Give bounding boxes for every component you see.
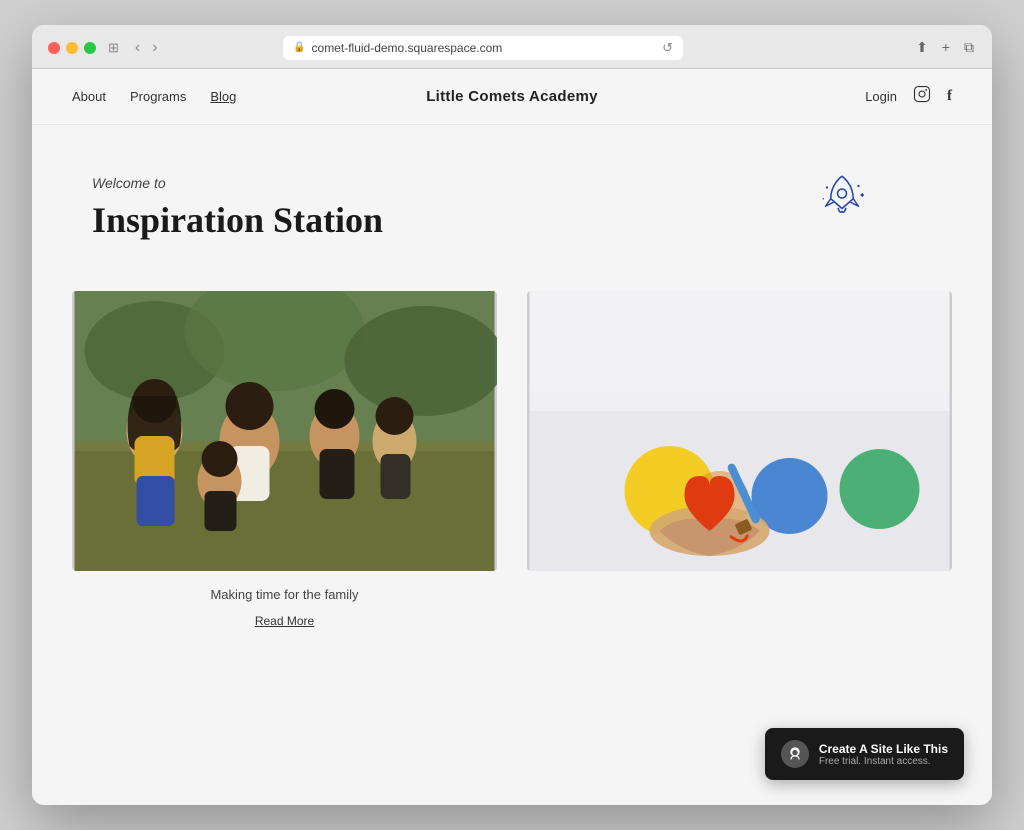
browser-actions: ⬆ + ⧉	[914, 37, 976, 58]
nav-blog[interactable]: Blog	[210, 89, 236, 104]
blog-card-1: Making time for the family Read More	[72, 291, 497, 632]
address-bar[interactable]: 🔒 comet-fluid-demo.squarespace.com ↺	[283, 36, 683, 60]
facebook-icon[interactable]: f	[947, 88, 952, 105]
hero-title: Inspiration Station	[92, 199, 932, 241]
squarespace-text: Create A Site Like This Free trial. Inst…	[819, 742, 948, 767]
hero-section: Welcome to Inspiration Station	[32, 125, 992, 271]
nav-buttons: ‹ ›	[131, 37, 162, 59]
share-icon[interactable]: ⬆	[914, 37, 930, 58]
grid-icon[interactable]: ⊞	[108, 40, 119, 56]
maximize-button[interactable]	[84, 42, 96, 54]
minimize-button[interactable]	[66, 42, 78, 54]
forward-button[interactable]: ›	[148, 37, 161, 59]
blog-card-2	[527, 291, 952, 571]
browser-chrome: ⊞ ‹ › 🔒 comet-fluid-demo.squarespace.com…	[32, 25, 992, 69]
blog-grid: Making time for the family Read More	[32, 271, 992, 672]
nav-left: About Programs Blog	[72, 89, 236, 104]
window-controls: ⊞	[108, 40, 119, 56]
blog-image-1[interactable]	[72, 291, 497, 571]
site-nav: About Programs Blog Little Comets Academ…	[32, 69, 992, 125]
instagram-icon[interactable]	[913, 85, 931, 108]
squarespace-logo	[781, 740, 809, 768]
url-text: comet-fluid-demo.squarespace.com	[312, 41, 503, 55]
website-content: About Programs Blog Little Comets Academ…	[32, 69, 992, 805]
windows-icon[interactable]: ⧉	[962, 37, 976, 58]
browser-window: ⊞ ‹ › 🔒 comet-fluid-demo.squarespace.com…	[32, 25, 992, 805]
blog-image-2[interactable]	[527, 291, 952, 571]
nav-right: Login f	[865, 85, 952, 108]
squarespace-banner[interactable]: Create A Site Like This Free trial. Inst…	[765, 728, 964, 780]
lock-icon: 🔒	[293, 42, 305, 53]
reload-button[interactable]: ↺	[662, 40, 673, 56]
login-link[interactable]: Login	[865, 89, 897, 104]
site-title: Little Comets Academy	[426, 88, 598, 105]
nav-programs[interactable]: Programs	[130, 89, 186, 104]
close-button[interactable]	[48, 42, 60, 54]
back-button[interactable]: ‹	[131, 37, 144, 59]
traffic-lights	[48, 42, 96, 54]
new-tab-icon[interactable]: +	[940, 37, 952, 58]
read-more-1[interactable]: Read More	[72, 610, 497, 632]
blog-caption-1: Making time for the family	[72, 571, 497, 610]
rocket-icon	[812, 165, 872, 230]
ss-sub-text: Free trial. Instant access.	[819, 756, 948, 767]
welcome-text: Welcome to	[92, 175, 932, 191]
nav-about[interactable]: About	[72, 89, 106, 104]
ss-main-text: Create A Site Like This	[819, 742, 948, 756]
